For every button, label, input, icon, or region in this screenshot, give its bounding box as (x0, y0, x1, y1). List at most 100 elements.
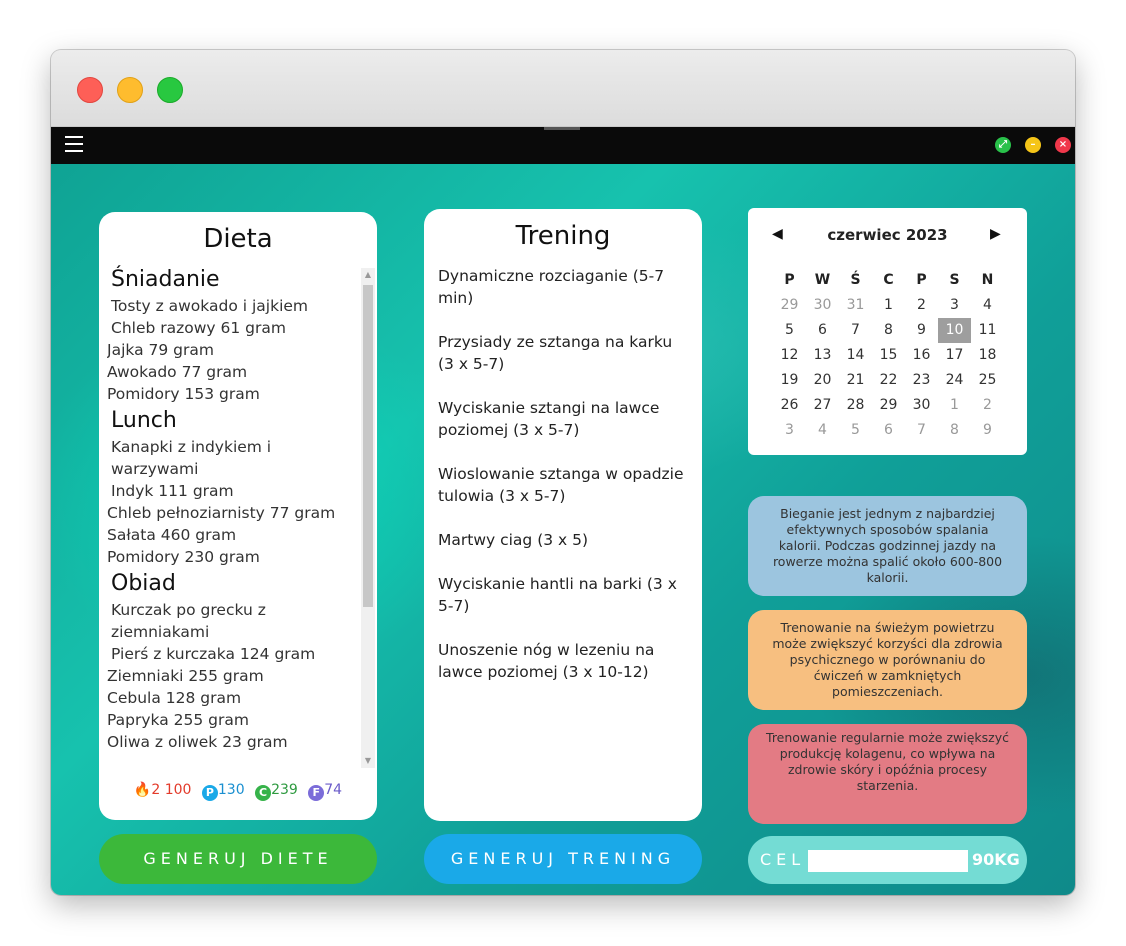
calendar-day[interactable]: 16 (905, 343, 938, 368)
calendar-day[interactable]: 7 (839, 318, 872, 343)
generate-training-button[interactable]: GENERUJ TRENING (424, 834, 702, 884)
goal-label: CEL (760, 850, 806, 869)
minimize-icon[interactable]: – (1025, 137, 1041, 153)
calendar-day[interactable]: 28 (839, 393, 872, 418)
calendar-day[interactable]: 5 (773, 318, 806, 343)
meal-dish: Tosty z awokado i jajkiem (111, 297, 309, 315)
calendar-day[interactable]: 22 (872, 368, 905, 393)
calendar-day[interactable]: 20 (806, 368, 839, 393)
diet-card: Dieta Śniadanie Tosty z awokado i jajkie… (99, 212, 377, 820)
weekday-label: Ś (850, 272, 861, 288)
calendar-day[interactable]: 30 (905, 393, 938, 418)
weekday-label: P (916, 272, 927, 288)
calendar-day[interactable]: 9 (971, 418, 1004, 443)
tip-card-collagen: Trenowanie regularnie może zwiększyć pro… (748, 724, 1027, 824)
close-icon[interactable]: × (1055, 137, 1071, 153)
calendar-day[interactable]: 25 (971, 368, 1004, 393)
app-window: ⤢ – × Dieta Śniadanie Tosty z awokado i … (51, 50, 1075, 895)
calendar-day[interactable]: 8 (872, 318, 905, 343)
calendar-day[interactable]: 1 (938, 393, 971, 418)
carbs-icon: C (255, 785, 272, 801)
calendar-day[interactable]: 4 (971, 293, 1004, 318)
goal-input[interactable] (808, 850, 968, 872)
calendar-day[interactable]: 6 (872, 418, 905, 443)
calendar-day[interactable]: 7 (905, 418, 938, 443)
menu-icon[interactable] (65, 136, 83, 154)
scroll-up-icon[interactable]: ▲ (361, 268, 375, 282)
exercise-item: Unoszenie nóg w lezeniu na lawce poziome… (438, 641, 655, 681)
calendar-day[interactable]: 18 (971, 343, 1004, 368)
macros-summary: 🔥2 100 P 130 C 239 F 74 (99, 782, 377, 801)
calendar-day[interactable]: 26 (773, 393, 806, 418)
diet-list[interactable]: Śniadanie Tosty z awokado i jajkiem Chle… (107, 264, 355, 764)
close-window-button[interactable] (77, 77, 103, 103)
weekday-label: C (883, 272, 894, 288)
zoom-window-button[interactable] (157, 77, 183, 103)
exercise-item: Wyciskanie hantli na barki (3 x 5-7) (438, 575, 677, 615)
calendar-day[interactable]: 21 (839, 368, 872, 393)
diet-title: Dieta (203, 224, 273, 254)
calendar-day[interactable]: 29 (872, 393, 905, 418)
calendar-day[interactable]: 2 (905, 293, 938, 318)
carbs-value: 239 (271, 782, 298, 798)
protein-value: 130 (217, 782, 245, 798)
minimize-window-button[interactable] (117, 77, 143, 103)
goal-field: CEL 90KG (748, 836, 1027, 884)
weekday-label: W (814, 272, 831, 288)
calendar-day[interactable]: 24 (938, 368, 971, 393)
calendar-grid: P W Ś C P S N 29 30 31 1 2 3 4 5 6 7 8 9… (773, 268, 1004, 443)
ingredient-item: Indyk 111 gram (111, 482, 234, 500)
exercise-item: Wioslowanie sztanga w opadzie tulowia (3… (438, 465, 684, 505)
calendar-day[interactable]: 29 (773, 293, 806, 318)
flame-icon: 🔥 (133, 782, 152, 798)
calendar-day[interactable]: 1 (872, 293, 905, 318)
fat-macro: F 74 (308, 782, 342, 801)
ingredient-item: Papryka 255 gram (107, 711, 249, 729)
calendar-day[interactable]: 2 (971, 393, 1004, 418)
calendar-day[interactable]: 8 (938, 418, 971, 443)
weekday-label: N (981, 272, 994, 288)
calendar-day[interactable]: 27 (806, 393, 839, 418)
calendar-day[interactable]: 13 (806, 343, 839, 368)
scroll-down-icon[interactable]: ▼ (361, 754, 375, 768)
calendar-day[interactable]: 19 (773, 368, 806, 393)
calendar-day[interactable]: 30 (806, 293, 839, 318)
training-card: Trening Dynamiczne rozciaganie (5-7 min)… (424, 209, 702, 821)
calendar-day[interactable]: 9 (905, 318, 938, 343)
maximize-icon[interactable]: ⤢ (995, 137, 1011, 153)
meal-title: Śniadanie (111, 267, 220, 292)
diet-scroll-thumb[interactable] (363, 285, 373, 607)
calendar-day[interactable]: 11 (971, 318, 1004, 343)
calendar-day[interactable]: 23 (905, 368, 938, 393)
next-month-icon[interactable]: ▶ (990, 226, 1001, 242)
ingredient-item: Pomidory 153 gram (107, 385, 260, 403)
calendar-day[interactable]: 12 (773, 343, 806, 368)
calendar-month-label: czerwiec 2023 (827, 226, 948, 244)
calendar-day[interactable]: 3 (938, 293, 971, 318)
calendar-day[interactable]: 4 (806, 418, 839, 443)
calories-value: 2 100 (151, 782, 192, 798)
calendar-day[interactable]: 15 (872, 343, 905, 368)
calendar-day[interactable]: 3 (773, 418, 806, 443)
weekday-label: P (784, 272, 795, 288)
calendar-day[interactable]: 6 (806, 318, 839, 343)
fat-icon: F (308, 785, 325, 801)
protein-icon: P (201, 785, 218, 801)
protein-macro: P 130 (201, 782, 245, 801)
weekday-label: S (949, 272, 960, 288)
calendar-day-selected[interactable]: 10 (938, 318, 971, 343)
ingredient-item: Jajka 79 gram (107, 341, 214, 359)
calendar-day[interactable]: 5 (839, 418, 872, 443)
calendar-day[interactable]: 17 (938, 343, 971, 368)
fat-value: 74 (324, 782, 343, 798)
main-content: Dieta Śniadanie Tosty z awokado i jajkie… (51, 164, 1075, 895)
drag-handle[interactable] (544, 127, 580, 130)
calendar-day[interactable]: 31 (839, 293, 872, 318)
calendar: ◀ czerwiec 2023 ▶ P W Ś C P S N 29 30 31… (748, 208, 1027, 455)
ingredient-item: Cebula 128 gram (107, 689, 242, 707)
generate-diet-button[interactable]: GENERUJ DIETE (99, 834, 377, 884)
calendar-day[interactable]: 14 (839, 343, 872, 368)
exercise-item: Przysiady ze sztanga na karku (3 x 5-7) (438, 333, 673, 373)
goal-value: 90KG (972, 850, 1020, 869)
calendar-header: ◀ czerwiec 2023 ▶ (748, 226, 1027, 246)
